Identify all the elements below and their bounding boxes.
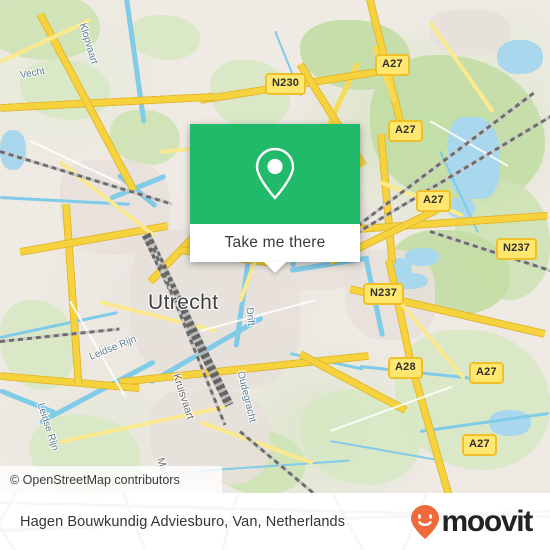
place-title: Hagen Bouwkundig Adviesburo, Van, Nether… [20, 513, 346, 530]
road-shield-n237-left: N237 [363, 283, 405, 305]
road-shield-a27-top: A27 [375, 54, 410, 76]
footer-bar: Hagen Bouwkundig Adviesburo, Van, Nether… [0, 493, 550, 550]
take-me-there-button[interactable]: Take me there [225, 234, 326, 252]
road-shield-n230: N230 [265, 73, 307, 95]
road-shield-a27-bottom: A27 [462, 434, 497, 456]
popup-pointer-tail [264, 262, 286, 273]
road-shield-a28: A28 [388, 357, 423, 379]
road-shield-a27-upper: A27 [388, 120, 423, 142]
road-shield-a27-lower: A27 [469, 362, 504, 384]
map-water-body [0, 130, 26, 170]
moovit-wordmark: moovit [441, 504, 533, 538]
road-shield-n237-right: N237 [496, 238, 538, 260]
map-label-drift: Drift [243, 306, 257, 327]
map-share-card: Utrecht Vecht Klopvaart Drift Oudegracht… [0, 0, 550, 550]
map-water-body [489, 410, 531, 436]
moovit-smiley-pin-icon [411, 504, 440, 539]
moovit-brand[interactable]: moovit [410, 504, 533, 540]
popup-marker-area [190, 124, 360, 224]
popup-action-bar[interactable]: Take me there [190, 224, 360, 262]
road-shield-a27-mid: A27 [416, 190, 451, 212]
map-canvas[interactable]: Utrecht Vecht Klopvaart Drift Oudegracht… [0, 0, 550, 493]
map-water-body [497, 40, 543, 74]
map-label-city: Utrecht [148, 291, 219, 314]
location-popup-card[interactable]: Take me there [190, 124, 360, 273]
map-attribution[interactable]: © OpenStreetMap contributors [0, 466, 222, 493]
map-pin-icon [255, 147, 295, 200]
attribution-text: © OpenStreetMap contributors [10, 472, 180, 487]
